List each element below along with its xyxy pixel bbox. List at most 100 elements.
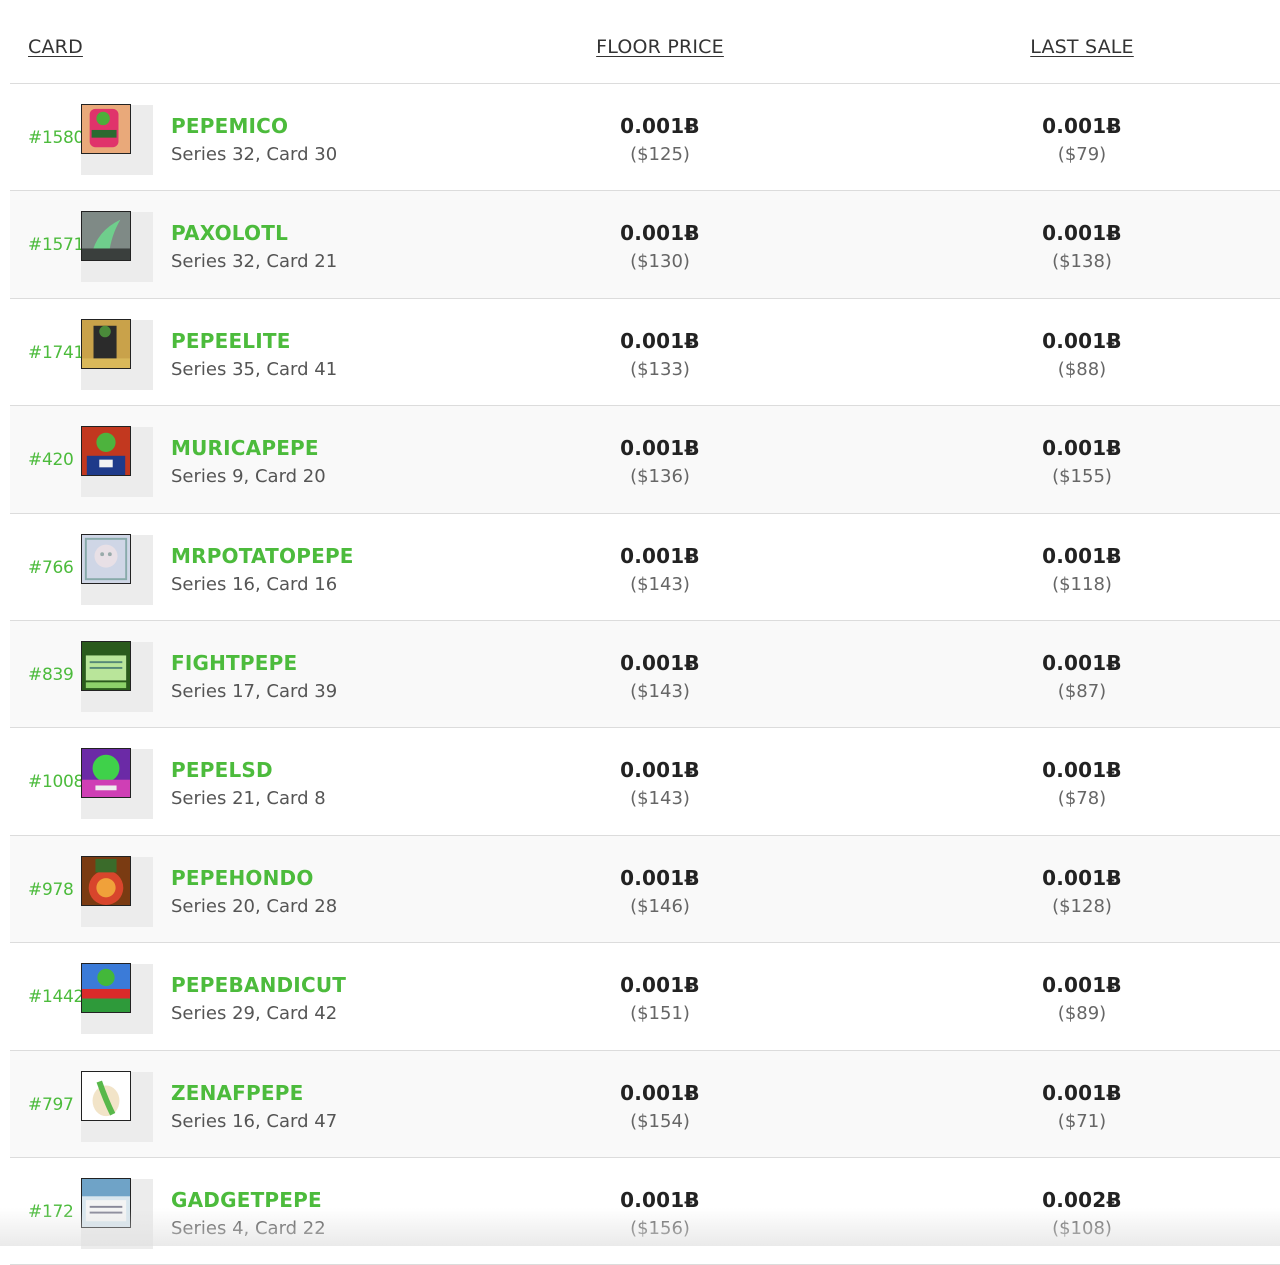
card-rank[interactable]: #797 (28, 1095, 74, 1115)
floor-price-cell: 0.001Ƀ ($143) (560, 758, 760, 809)
floor-price-cell: 0.001Ƀ ($156) (560, 1188, 760, 1239)
pepeelite-card-icon[interactable] (81, 318, 131, 369)
card-series-label: Series 16, Card 47 (171, 1110, 338, 1132)
card-rank[interactable]: #172 (28, 1202, 74, 1222)
floor-price-usd: ($151) (630, 1003, 690, 1025)
card-series-label: Series 32, Card 21 (171, 251, 338, 273)
last-sale-btc: 0.001Ƀ (1042, 973, 1122, 998)
card-name-link[interactable]: PEPEHONDO (171, 866, 314, 890)
last-sale-usd: ($118) (1052, 573, 1112, 595)
card-rank[interactable]: #1442 (28, 987, 84, 1007)
table-row[interactable]: #978 PEPEHONDO Series 20, Card 28 0.001Ƀ… (10, 835, 1280, 944)
card-series-label: Series 35, Card 41 (171, 358, 338, 380)
card-rank[interactable]: #766 (28, 558, 74, 578)
pepemico-card-icon[interactable] (81, 104, 131, 154)
last-sale-cell: 0.001Ƀ ($138) (982, 221, 1182, 272)
last-sale-btc: 0.002Ƀ (1042, 1187, 1122, 1212)
card-rank[interactable]: #839 (28, 665, 74, 685)
table-row[interactable]: #1008 PEPELSD Series 21, Card 8 0.001Ƀ (… (10, 728, 1280, 836)
card-name-link[interactable]: ZENAFPEPE (171, 1081, 303, 1105)
card-series-label: Series 29, Card 42 (171, 1003, 338, 1025)
floor-price-usd: ($143) (630, 680, 690, 702)
card-rank[interactable]: #1741 (28, 343, 84, 363)
fightpepe-card-icon[interactable] (81, 640, 131, 691)
pepehondo-card-icon[interactable] (81, 855, 131, 906)
last-sale-usd: ($89) (1057, 1003, 1107, 1025)
card-series-label: Series 16, Card 16 (171, 573, 338, 595)
floor-price-btc: 0.001Ƀ (620, 221, 700, 246)
floor-price-column-header[interactable]: FLOOR PRICE (596, 36, 724, 58)
card-rank[interactable]: #1571 (28, 235, 84, 255)
table-row[interactable]: #420 MURICAPEPE Series 9, Card 20 0.001Ƀ… (10, 406, 1280, 514)
last-sale-btc: 0.001Ƀ (1042, 865, 1122, 890)
table-row[interactable]: #797 ZENAFPEPE Series 16, Card 47 0.001Ƀ… (10, 1050, 1280, 1158)
last-sale-btc: 0.001Ƀ (1042, 328, 1122, 353)
floor-price-btc: 0.001Ƀ (620, 1187, 700, 1212)
last-sale-btc: 0.001Ƀ (1042, 114, 1122, 138)
last-sale-usd: ($108) (1052, 1217, 1112, 1239)
card-series-label: Series 4, Card 22 (171, 1217, 326, 1239)
floor-price-cell: 0.001Ƀ ($133) (560, 329, 760, 380)
table-row[interactable]: #839 FIGHTPEPE Series 17, Card 39 0.001Ƀ… (10, 620, 1280, 729)
card-series-label: Series 17, Card 39 (171, 680, 338, 702)
card-name-link[interactable]: PEPEELITE (171, 329, 291, 353)
floor-price-cell: 0.001Ƀ ($136) (560, 436, 760, 487)
last-sale-btc: 0.001Ƀ (1042, 221, 1122, 246)
last-sale-usd: ($78) (1057, 788, 1107, 810)
floor-price-usd: ($156) (630, 1217, 690, 1239)
floor-price-cell: 0.001Ƀ ($151) (560, 973, 760, 1024)
card-series-label: Series 21, Card 8 (171, 788, 326, 810)
pepelsd-card-icon[interactable] (81, 748, 131, 799)
table-row[interactable]: #766 MRPOTATOPEPE Series 16, Card 16 0.0… (10, 513, 1280, 621)
table-row[interactable]: #1580 PEPEMICO Series 32, Card 30 0.001Ƀ… (10, 84, 1280, 192)
last-sale-cell: 0.001Ƀ ($88) (982, 329, 1182, 380)
last-sale-btc: 0.001Ƀ (1042, 650, 1122, 675)
card-rank[interactable]: #420 (28, 450, 74, 470)
gadgetpepe-card-icon[interactable] (81, 1177, 131, 1228)
card-name-link[interactable]: PEPEBANDICUT (171, 973, 346, 997)
muricapepe-card-icon[interactable] (81, 426, 131, 477)
last-sale-cell: 0.001Ƀ ($87) (982, 651, 1182, 702)
table-row[interactable]: #1571 PAXOLOTL Series 32, Card 21 0.001Ƀ… (10, 191, 1280, 299)
card-column-header[interactable]: CARD (28, 36, 83, 58)
floor-price-btc: 0.001Ƀ (620, 973, 700, 998)
table-row[interactable]: #1442 PEPEBANDICUT Series 29, Card 42 0.… (10, 943, 1280, 1051)
pepebandicut-card-icon[interactable] (81, 963, 131, 1014)
card-rank[interactable]: #1580 (28, 128, 84, 148)
last-sale-cell: 0.001Ƀ ($78) (982, 758, 1182, 809)
last-sale-column-header[interactable]: LAST SALE (1030, 36, 1134, 58)
floor-price-btc: 0.001Ƀ (620, 436, 700, 461)
last-sale-usd: ($71) (1057, 1110, 1107, 1132)
last-sale-usd: ($79) (1057, 144, 1107, 165)
floor-price-usd: ($143) (630, 788, 690, 810)
floor-price-usd: ($136) (630, 466, 690, 488)
last-sale-btc: 0.001Ƀ (1042, 1080, 1122, 1105)
floor-price-btc: 0.001Ƀ (620, 865, 700, 890)
floor-price-usd: ($146) (630, 895, 690, 917)
card-name-link[interactable]: GADGETPEPE (171, 1188, 322, 1212)
last-sale-usd: ($138) (1052, 251, 1112, 273)
last-sale-btc: 0.001Ƀ (1042, 758, 1122, 783)
card-name-link[interactable]: PAXOLOTL (171, 221, 288, 245)
last-sale-btc: 0.001Ƀ (1042, 543, 1122, 568)
card-name-link[interactable]: PEPELSD (171, 758, 273, 782)
table-row[interactable]: #1741 PEPEELITE Series 35, Card 41 0.001… (10, 298, 1280, 407)
last-sale-cell: 0.001Ƀ ($128) (982, 866, 1182, 917)
last-sale-usd: ($87) (1057, 680, 1107, 702)
card-rank[interactable]: #1008 (28, 772, 84, 792)
card-name-link[interactable]: MURICAPEPE (171, 436, 319, 460)
table-row[interactable]: #172 GADGETPEPE Series 4, Card 22 0.001Ƀ… (10, 1157, 1280, 1265)
card-name-link[interactable]: FIGHTPEPE (171, 651, 297, 675)
floor-price-cell: 0.001Ƀ ($146) (560, 866, 760, 917)
floor-price-usd: ($133) (630, 358, 690, 380)
paxolotl-card-icon[interactable] (81, 211, 131, 262)
cards-table: CARD FLOOR PRICE LAST SALE #1580 PEPEMIC… (10, 0, 1280, 1265)
floor-price-usd: ($143) (630, 573, 690, 595)
card-name-link[interactable]: MRPOTATOPEPE (171, 544, 354, 568)
card-name-link[interactable]: PEPEMICO (171, 114, 288, 138)
card-rank[interactable]: #978 (28, 880, 74, 900)
last-sale-cell: 0.001Ƀ ($79) (982, 114, 1182, 165)
mrpotatopepe-card-icon[interactable] (81, 533, 131, 584)
zenafpepe-card-icon[interactable] (81, 1070, 131, 1121)
card-series-label: Series 20, Card 28 (171, 895, 338, 917)
